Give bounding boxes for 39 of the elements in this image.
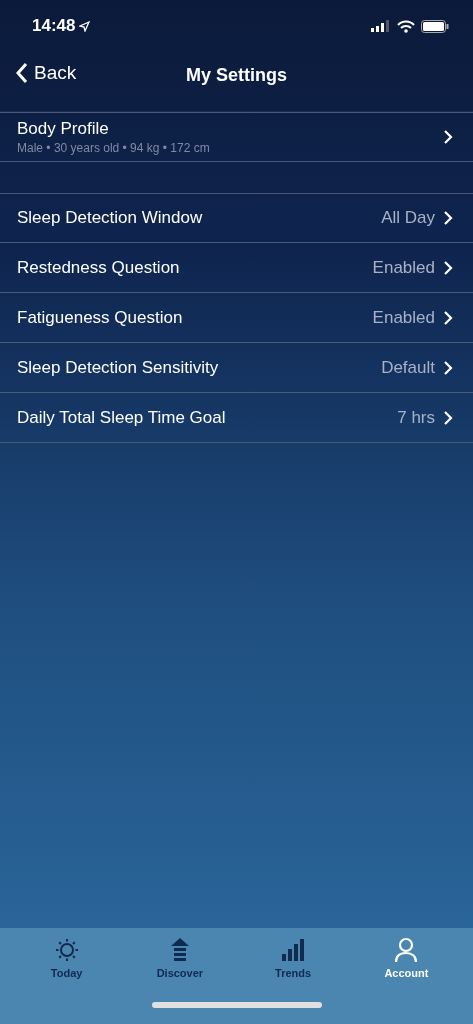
signal-icon (371, 20, 391, 32)
row-value: Default (381, 357, 435, 378)
tab[interactable]: Discover (134, 936, 225, 980)
tab[interactable]: Trends (248, 936, 339, 980)
settings-row[interactable]: Sleep Detection Sensitivity Default (0, 343, 473, 393)
row-label: Daily Total Sleep Time Goal (17, 407, 226, 428)
sun-icon (53, 937, 80, 963)
row-value: 7 hrs (397, 407, 435, 428)
chevron-right-icon (443, 210, 453, 226)
row-value: All Day (381, 208, 435, 228)
page-title: My Settings (186, 65, 287, 86)
tab[interactable]: Today (21, 936, 112, 980)
body-profile-row[interactable]: Body Profile Male • 30 years old • 94 kg • 172 cm (0, 112, 473, 162)
chevron-right-icon (443, 359, 453, 376)
wifi-icon (397, 19, 415, 33)
chevron-right-icon (443, 129, 453, 145)
row-label: Sleep Detection Sensitivity (17, 357, 219, 378)
row-label: Sleep Detection Window (17, 208, 203, 228)
row-label: Body Profile (17, 119, 110, 139)
profile-summary: Male • 30 years old • 94 kg • 172 cm (17, 141, 210, 155)
chevron-right-icon (443, 409, 453, 426)
tab[interactable]: Account (361, 936, 452, 980)
bar-chart-icon (280, 937, 307, 963)
row-label: Fatigueness Question (17, 307, 183, 328)
settings-row[interactable]: Fatigueness Question Enabled (0, 293, 473, 343)
row-value: Enabled (372, 307, 435, 328)
settings-row[interactable]: Daily Total Sleep Time Goal 7 hrs (0, 393, 473, 443)
battery-icon (421, 19, 449, 33)
row-value: Enabled (372, 257, 435, 278)
chevron-right-icon (443, 259, 453, 276)
status-time: 14:48 (32, 16, 91, 36)
location-arrow-icon (79, 20, 91, 32)
row-label: Restedness Question (17, 257, 180, 278)
chevron-left-icon (16, 62, 28, 84)
person-icon (393, 937, 420, 963)
settings-row[interactable]: Sleep Detection Window All Day (0, 193, 473, 243)
chevron-right-icon (443, 309, 453, 326)
settings-row[interactable]: Restedness Question Enabled (0, 243, 473, 293)
back-button[interactable]: Back (12, 58, 81, 88)
